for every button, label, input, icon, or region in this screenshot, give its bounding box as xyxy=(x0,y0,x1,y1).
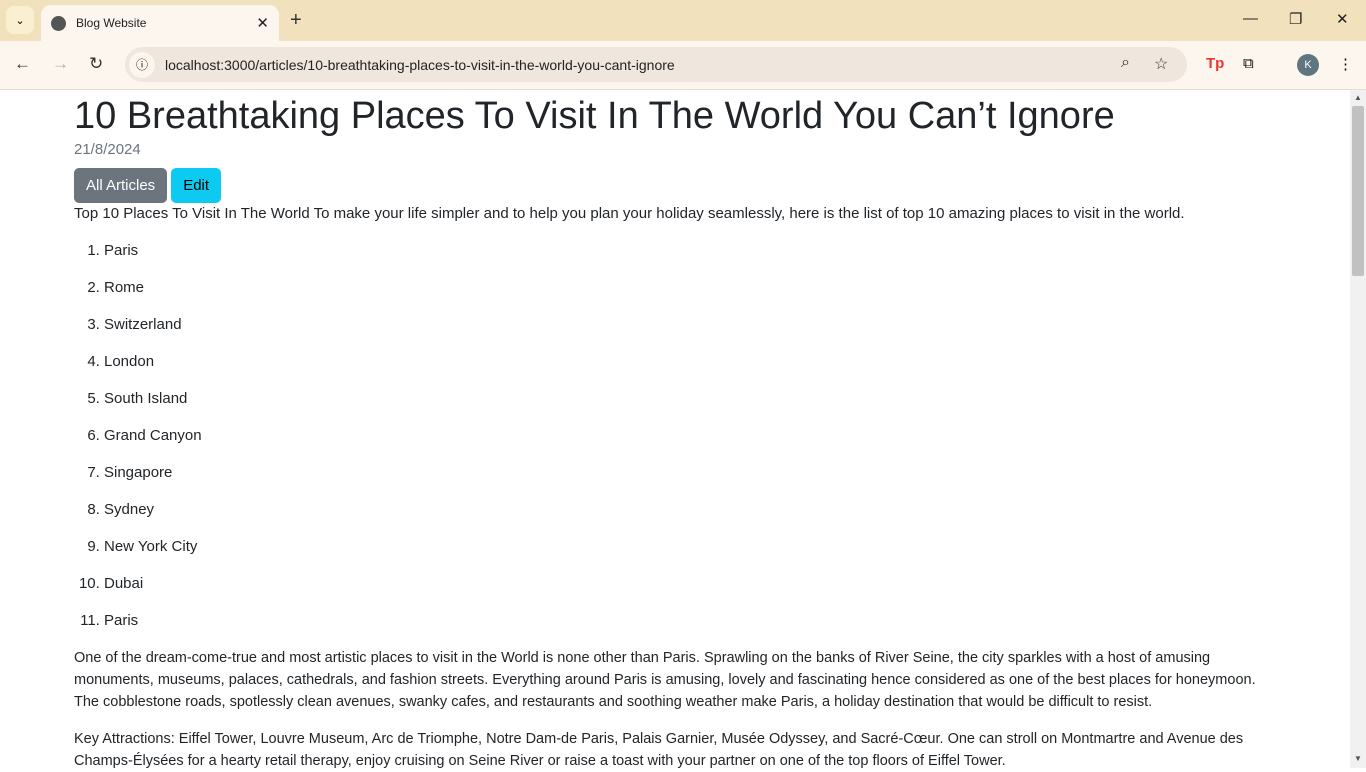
minimize-button[interactable]: — xyxy=(1243,10,1258,27)
vertical-scrollbar[interactable]: ▲ ▼ xyxy=(1350,90,1366,768)
list-item: Switzerland xyxy=(104,314,1284,336)
list-item: Paris xyxy=(104,610,1284,632)
tab-strip: ⌄ Blog Website ✕ + — ❐ ✕ xyxy=(0,0,1366,41)
places-list: Paris Rome Switzerland London South Isla… xyxy=(104,240,1284,632)
close-window-button[interactable]: ✕ xyxy=(1336,10,1349,28)
chevron-down-icon: ⌄ xyxy=(15,14,25,27)
site-info-icon[interactable]: ⓘ xyxy=(129,51,155,78)
all-articles-button[interactable]: All Articles xyxy=(74,168,168,203)
address-bar[interactable]: ⓘ localhost:3000/articles/10-breathtakin… xyxy=(125,47,1187,82)
list-item: Grand Canyon xyxy=(104,425,1284,447)
bookmark-star-icon[interactable]: ☆ xyxy=(1154,54,1168,74)
zoom-icon[interactable]: ⌕ xyxy=(1121,54,1130,72)
url-text[interactable]: localhost:3000/articles/10-breathtaking-… xyxy=(165,57,675,73)
browser-toolbar: ← → ↻ ⓘ localhost:3000/articles/10-breat… xyxy=(0,41,1366,90)
menu-kebab-icon[interactable]: ⋮ xyxy=(1338,55,1353,73)
extensions-puzzle-icon[interactable]: ⧉ xyxy=(1243,55,1254,72)
paragraph-paris: One of the dream-come-true and most arti… xyxy=(74,650,1256,710)
article: 10 Breathtaking Places To Visit In The W… xyxy=(74,90,1284,772)
reload-button[interactable]: ↻ xyxy=(89,54,103,74)
list-item: South Island xyxy=(104,388,1284,410)
extension-tp-icon[interactable]: Tp xyxy=(1206,55,1224,72)
back-button[interactable]: ← xyxy=(14,54,31,74)
page-viewport: 10 Breathtaking Places To Visit In The W… xyxy=(0,90,1350,772)
list-item: London xyxy=(104,351,1284,373)
scrollbar-thumb[interactable] xyxy=(1352,106,1364,276)
tab-search-button[interactable]: ⌄ xyxy=(6,6,34,34)
article-intro: Top 10 Places To Visit In The World To m… xyxy=(74,205,1185,222)
list-item: Singapore xyxy=(104,462,1284,484)
tab-blog-website[interactable]: Blog Website ✕ xyxy=(41,5,279,41)
list-item: Paris xyxy=(104,240,1284,262)
list-item: Dubai xyxy=(104,573,1284,595)
scroll-down-icon[interactable]: ▼ xyxy=(1354,754,1362,763)
paragraph-key-attractions: Key Attractions: Eiffel Tower, Louvre Mu… xyxy=(74,731,1244,769)
close-tab-icon[interactable]: ✕ xyxy=(256,14,269,32)
forward-button[interactable]: → xyxy=(52,54,69,74)
tab-title: Blog Website xyxy=(76,16,147,30)
new-tab-button[interactable]: + xyxy=(290,9,302,32)
profile-avatar[interactable]: K xyxy=(1297,54,1319,76)
list-item: New York City xyxy=(104,536,1284,558)
list-item: Rome xyxy=(104,277,1284,299)
article-title: 10 Breathtaking Places To Visit In The W… xyxy=(74,95,1115,137)
restore-button[interactable]: ❐ xyxy=(1289,10,1302,28)
scroll-up-icon[interactable]: ▲ xyxy=(1354,93,1362,102)
edit-button[interactable]: Edit xyxy=(171,168,222,203)
list-item: Sydney xyxy=(104,499,1284,521)
article-date: 21/8/2024 xyxy=(74,141,141,158)
globe-icon xyxy=(51,15,66,31)
